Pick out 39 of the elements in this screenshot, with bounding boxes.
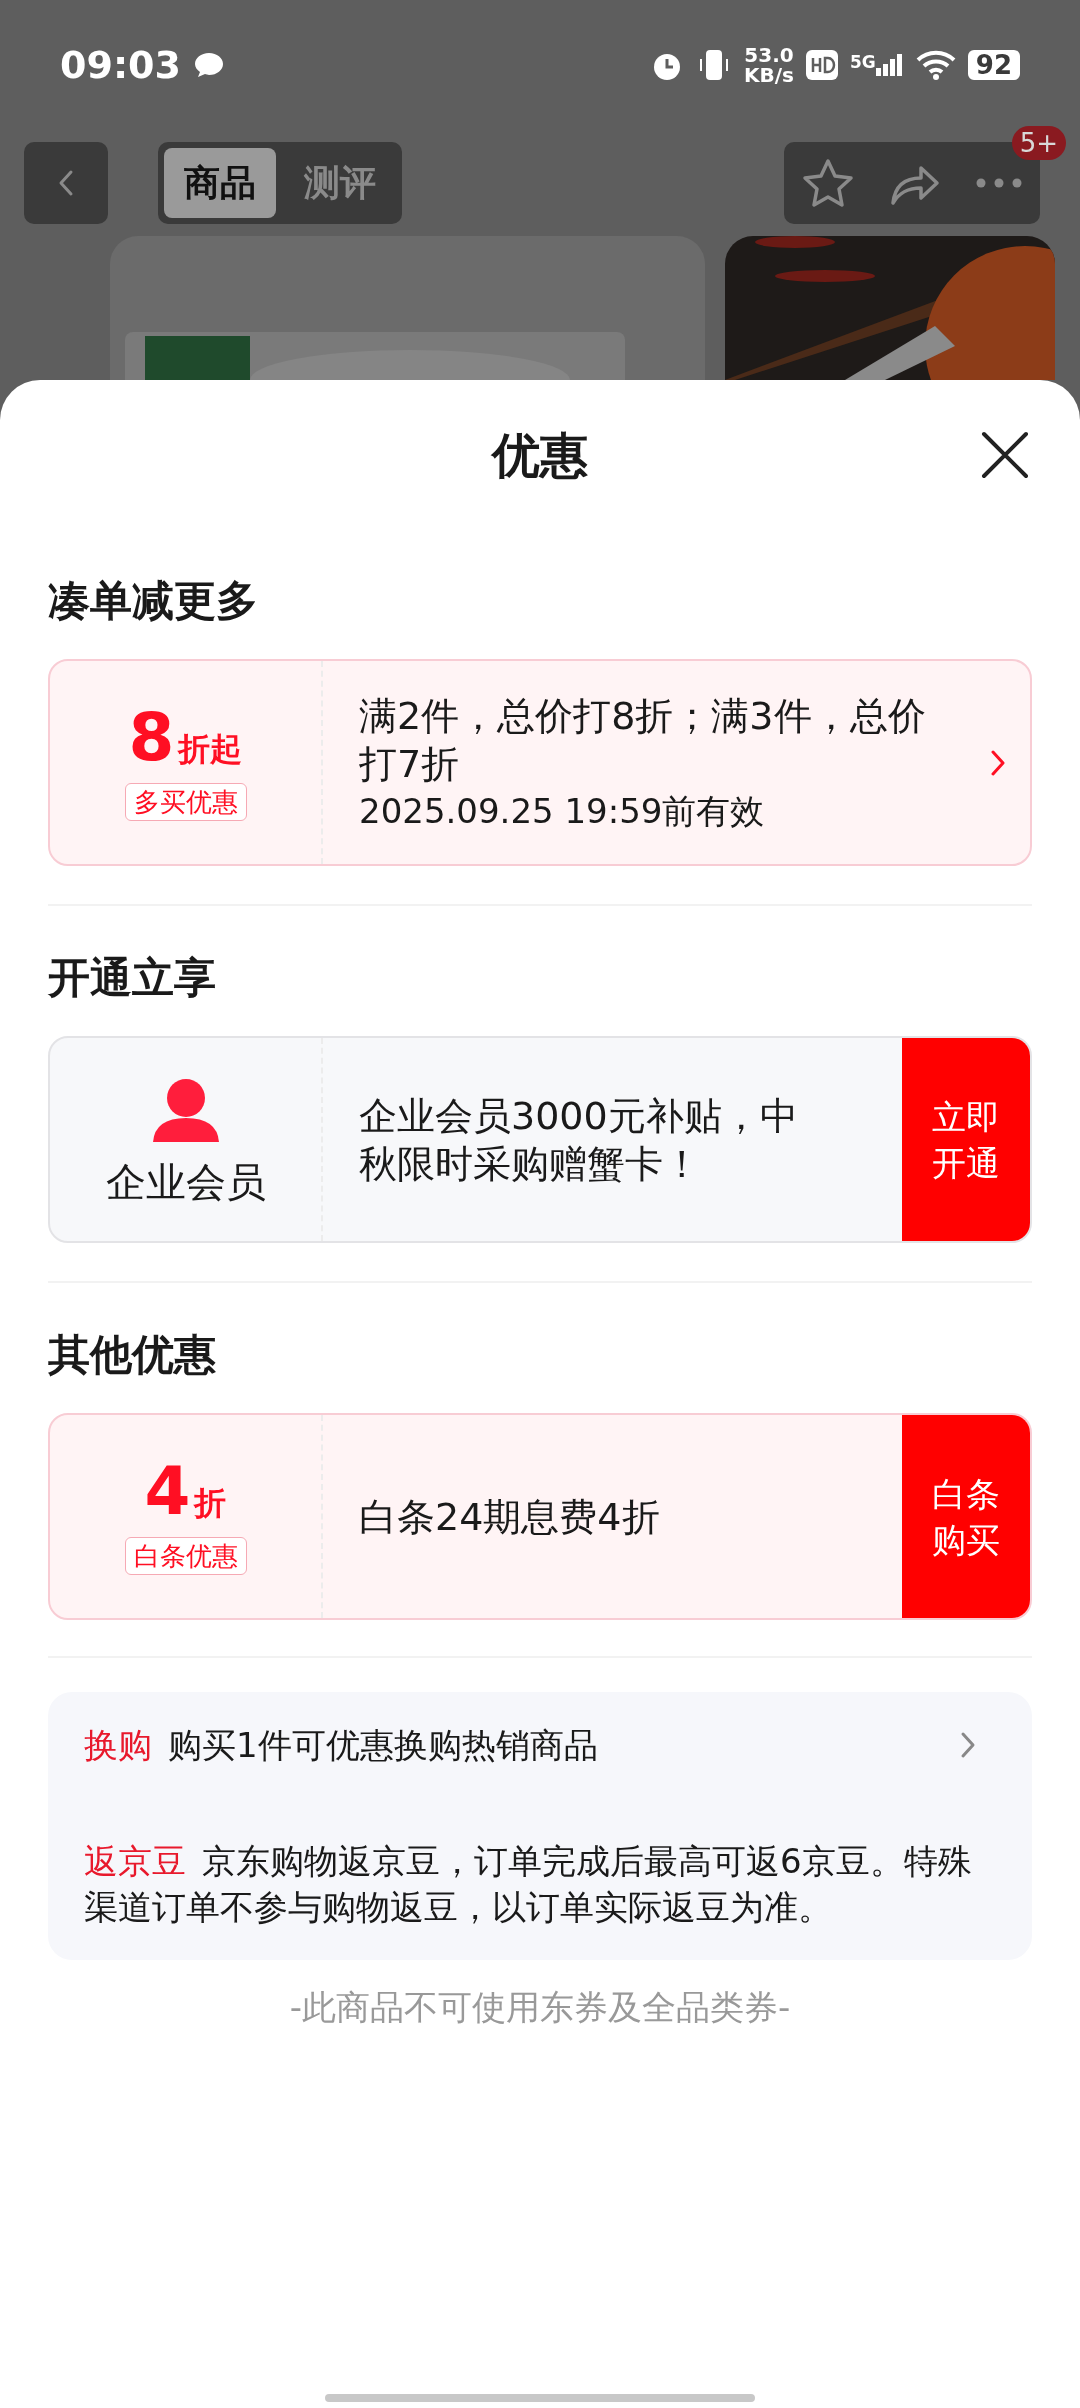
action-button[interactable]: 白条购买 bbox=[902, 1415, 1030, 1618]
offer-tag: 白条优惠 bbox=[124, 1536, 247, 1575]
discount-value: 8折起 bbox=[128, 704, 243, 771]
offer-card[interactable]: 企业会员 企业会员3000元补贴，中秋限时采购赠蟹卡！ 立即开通 bbox=[48, 1036, 1032, 1243]
hd-icon bbox=[806, 50, 838, 80]
close-icon[interactable] bbox=[981, 431, 1029, 479]
star-icon[interactable] bbox=[801, 158, 854, 208]
info-text[interactable]: 换购 购买1件可优惠换购热销商品 bbox=[84, 1722, 944, 1768]
section-heading: 凑单减更多 bbox=[48, 575, 259, 627]
section-heading: 其他优惠 bbox=[48, 1329, 217, 1381]
person-icon bbox=[150, 1077, 221, 1142]
discount-value: 4折 bbox=[144, 1458, 227, 1525]
chevron-right-icon bbox=[960, 1731, 976, 1759]
info-text: 返京豆 京东购物返京豆，订单完成后最高可返6京豆。特殊渠道订单不参与购物返豆，以订单实际返豆为准。 bbox=[84, 1840, 973, 1929]
battery-indicator: 92 bbox=[967, 50, 1020, 80]
offer-card[interactable]: 4折 白条优惠 白条24期息费4折 白条购买 bbox=[48, 1413, 1032, 1620]
expiry-date: 2025.09.25 19:59前有效 bbox=[359, 789, 766, 833]
network-speed: 53.0 KB/s bbox=[744, 45, 794, 85]
chat-bubble-icon bbox=[192, 51, 225, 79]
offer-description: 白条24期息费4折 bbox=[359, 1493, 661, 1541]
signal-icon bbox=[875, 54, 904, 76]
footer-note: -此商品不可使用东券及全品类券- bbox=[288, 1986, 792, 2029]
clock: 09:03 bbox=[60, 41, 181, 89]
section-heading: 开通立享 bbox=[48, 952, 217, 1004]
sheet-title: 优惠 bbox=[492, 426, 588, 485]
more-icon[interactable] bbox=[976, 178, 1023, 188]
notification-badge: 5+ bbox=[1011, 126, 1066, 160]
offer-tag: 多买优惠 bbox=[124, 782, 247, 821]
member-label: 企业会员 bbox=[105, 1161, 266, 1202]
offer-description: 满2件，总价打8折；满3件，总价打7折 bbox=[359, 692, 927, 788]
wifi-icon bbox=[915, 49, 956, 81]
back-button[interactable] bbox=[24, 142, 108, 224]
network-type: 5G bbox=[850, 54, 876, 71]
offer-description: 企业会员3000元补贴，中秋限时采购赠蟹卡！ bbox=[359, 1092, 799, 1188]
offer-card[interactable]: 8折起 多买优惠 满2件，总价打8折；满3件，总价打7折 2025.09.25 19:59前有效 bbox=[48, 659, 1032, 866]
chevron-right-icon bbox=[990, 748, 1006, 777]
tab[interactable]: 商品 bbox=[164, 148, 276, 218]
back-icon bbox=[58, 169, 74, 197]
action-button[interactable]: 立即开通 bbox=[902, 1038, 1030, 1241]
